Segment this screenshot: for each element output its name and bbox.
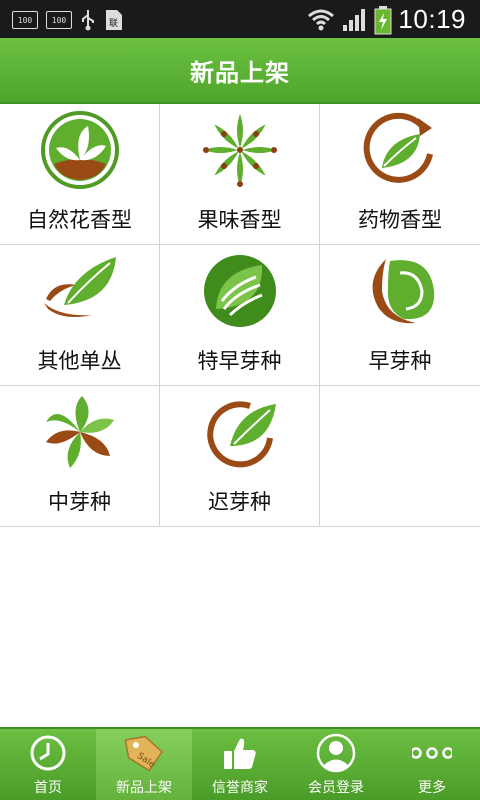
sale-tag-icon: Sale xyxy=(124,735,164,772)
category-label: 果味香型 xyxy=(197,208,282,232)
user-icon xyxy=(316,733,356,773)
thumbs-up-icon xyxy=(224,738,256,769)
category-label: 特早芽种 xyxy=(197,349,282,373)
tab-home[interactable]: 首页 xyxy=(0,729,96,800)
leaf-ring-brown-icon xyxy=(207,401,276,468)
tab-label: 会员登录 xyxy=(308,780,364,796)
category-label: 迟芽种 xyxy=(208,490,271,514)
grid-row: 其他单丛 特早芽种 早芽种 xyxy=(0,245,480,386)
usb-icon xyxy=(82,10,94,31)
tab-label: 信誉商家 xyxy=(212,780,268,796)
clock-time: 10:19 xyxy=(398,4,466,34)
battery-percent-icon: 100 xyxy=(12,11,38,29)
tab-label: 首页 xyxy=(34,780,62,796)
leaf-crescent-icon xyxy=(372,259,435,324)
status-bar: 100 100 联 10:19 xyxy=(0,0,480,38)
page-title: 新品上架 xyxy=(190,58,290,87)
svg-text:联: 联 xyxy=(109,18,118,29)
category-item[interactable]: 自然花香型 xyxy=(0,104,160,244)
category-item[interactable]: 其他单丛 xyxy=(0,245,160,385)
category-label: 药物香型 xyxy=(358,208,442,232)
leaf-spiral-icon xyxy=(46,396,114,468)
title-bar: 新品上架 xyxy=(0,38,480,104)
leaf-ring-icon xyxy=(41,111,119,189)
bottom-tab-bar: 首页 Sale 新品上架 信誉商家 会员登录 更多 xyxy=(0,727,480,800)
signal-icon xyxy=(343,8,366,31)
category-item[interactable]: 特早芽种 xyxy=(160,245,320,385)
clock-icon xyxy=(30,735,66,771)
more-icon xyxy=(412,747,452,759)
category-label: 自然花香型 xyxy=(27,208,132,232)
category-label: 中芽种 xyxy=(48,490,111,514)
grid-row: 自然花香型 果味香型 药物香型 xyxy=(0,104,480,245)
leaf-circle-icon xyxy=(204,255,276,327)
category-item[interactable]: 中芽种 xyxy=(0,386,160,526)
category-item[interactable]: 药物香型 xyxy=(320,104,480,244)
tab-label: 更多 xyxy=(418,780,446,796)
leaf-swoosh-icon xyxy=(44,257,116,317)
tab-new-products[interactable]: Sale 新品上架 xyxy=(96,729,192,800)
empty-cell xyxy=(320,386,480,526)
tab-more[interactable]: 更多 xyxy=(384,729,480,800)
category-item[interactable]: 迟芽种 xyxy=(160,386,320,526)
category-label: 其他单丛 xyxy=(37,349,122,373)
wifi-icon xyxy=(308,9,335,30)
category-grid: 自然花香型 果味香型 药物香型 其他单丛 特早芽种 早芽种 中芽种 迟芽种 xyxy=(0,104,480,527)
grid-row: 中芽种 迟芽种 xyxy=(0,386,480,527)
category-item[interactable]: 果味香型 xyxy=(160,104,320,244)
battery-percent-icon: 100 xyxy=(46,11,72,29)
tab-label: 新品上架 xyxy=(116,780,172,796)
leaf-arrow-ring-icon xyxy=(363,112,433,183)
battery-charging-icon xyxy=(374,5,392,34)
category-label: 早芽种 xyxy=(368,349,432,373)
tab-trusted-merchants[interactable]: 信誉商家 xyxy=(192,729,288,800)
tab-member-login[interactable]: 会员登录 xyxy=(288,729,384,800)
sim-card-icon: 联 xyxy=(106,10,122,30)
category-item[interactable]: 早芽种 xyxy=(320,245,480,385)
leaf-flower-icon xyxy=(203,114,277,187)
